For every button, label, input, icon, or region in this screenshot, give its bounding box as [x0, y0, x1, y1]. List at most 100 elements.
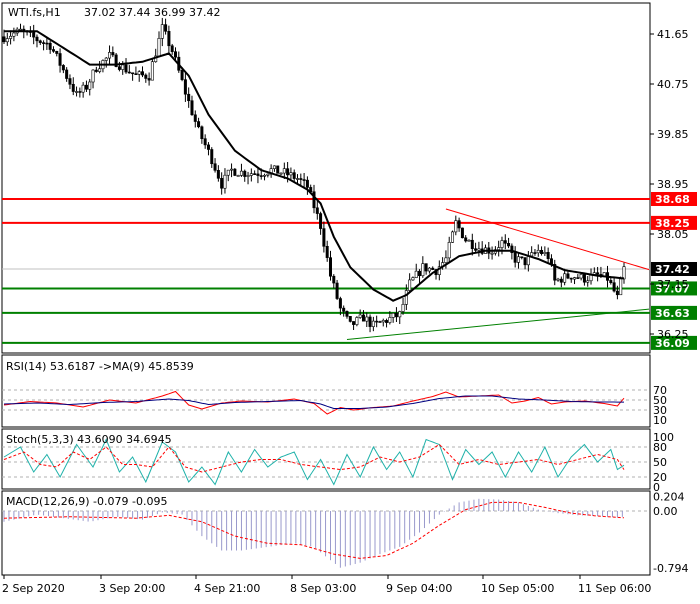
candle-body — [454, 220, 458, 233]
candle-body — [75, 91, 79, 93]
candle-body — [170, 45, 174, 52]
candle-body — [345, 311, 349, 317]
rsi-series-1 — [3, 395, 624, 409]
candle-body — [12, 32, 16, 37]
candle-body — [569, 277, 573, 280]
candle-body — [104, 57, 108, 61]
time-tick-label: 9 Sep 04:00 — [386, 582, 452, 595]
candle-body — [319, 213, 323, 229]
candle-body — [220, 178, 224, 189]
candle-body — [526, 255, 530, 266]
candle-body — [249, 173, 253, 176]
candle-body — [226, 169, 230, 176]
candle-body — [467, 239, 471, 242]
candle-body — [193, 114, 197, 122]
macd-label: MACD(12,26,9) -0.079 -0.095 — [6, 495, 167, 508]
candle-body — [573, 277, 577, 280]
candle-body — [78, 91, 82, 93]
candle-body — [233, 168, 237, 176]
candle-body — [81, 84, 85, 93]
candle-body — [596, 272, 600, 275]
candle-body — [216, 170, 220, 179]
candle-body — [497, 247, 501, 251]
candle-body — [253, 173, 257, 175]
candle-body — [305, 179, 309, 188]
candle-body — [566, 273, 570, 279]
candle-body — [615, 290, 619, 296]
candle-body — [540, 249, 544, 254]
candle-body — [121, 64, 125, 70]
candle-body — [71, 83, 75, 92]
candle-body — [546, 252, 550, 259]
candle-body — [157, 38, 161, 57]
candle-body — [322, 228, 326, 247]
candle-body — [299, 178, 303, 180]
candle-body — [355, 317, 359, 325]
candle-body — [230, 168, 234, 171]
candle-body — [206, 144, 210, 150]
osc-tick-label: 80 — [653, 441, 667, 454]
macd-tick-label: -0.794 — [653, 562, 688, 575]
candle-body — [391, 312, 395, 318]
candle-body — [523, 257, 527, 266]
candle-body — [246, 175, 250, 177]
candle-body — [200, 126, 204, 139]
candle-body — [609, 280, 613, 283]
candle-body — [256, 173, 260, 176]
resistance-level-label: 38.68 — [655, 193, 690, 206]
candle-body — [421, 263, 425, 277]
candle-body — [180, 69, 184, 80]
candle-body — [243, 170, 247, 177]
price-tick-label: 39.85 — [657, 128, 689, 141]
candle-body — [444, 257, 448, 263]
candle-body — [167, 31, 171, 47]
candle-body — [328, 257, 332, 277]
osc-tick-label: 50 — [653, 456, 667, 469]
candle-body — [586, 280, 590, 283]
candle-body — [411, 277, 415, 281]
candle-body — [559, 278, 563, 283]
candle-body — [210, 149, 214, 165]
candle-body — [223, 174, 227, 189]
time-tick-label: 2 Sep 2020 — [2, 582, 65, 595]
candle-body — [401, 304, 405, 312]
candle-body — [213, 163, 217, 171]
candle-body — [447, 242, 451, 259]
chart-ohlc: 37.02 37.44 36.99 37.42 — [84, 6, 220, 19]
candle-body — [477, 248, 481, 251]
candle-body — [576, 277, 580, 279]
candle-body — [65, 69, 69, 79]
candle-body — [348, 316, 352, 322]
candle-body — [51, 49, 55, 52]
support-level-label: 36.63 — [655, 307, 690, 320]
time-tick-label: 4 Sep 21:00 — [194, 582, 260, 595]
candle-body — [332, 275, 336, 284]
candle-body — [137, 71, 141, 75]
candle-body — [394, 312, 398, 318]
candle-body — [94, 69, 98, 72]
price-tick-label: 38.95 — [657, 178, 689, 191]
candle-body — [404, 290, 408, 305]
candle-body — [582, 274, 586, 283]
candle-body — [173, 51, 177, 58]
candle-body — [543, 252, 547, 254]
time-tick-label: 10 Sep 05:00 — [481, 582, 554, 595]
candle-body — [38, 40, 42, 43]
candle-body — [296, 178, 300, 180]
candle-body — [457, 220, 461, 229]
candle-body — [160, 24, 164, 39]
candle-body — [282, 168, 286, 174]
candle-body — [9, 35, 13, 39]
candle-body — [263, 174, 267, 177]
candle-body — [289, 172, 293, 176]
candle-body — [530, 252, 534, 257]
candle-body — [286, 168, 290, 176]
candle-body — [507, 243, 511, 247]
candle-body — [236, 175, 240, 177]
candle-body — [408, 279, 412, 291]
candle-body — [190, 100, 194, 116]
candle-body — [361, 314, 365, 322]
candle-body — [266, 173, 270, 176]
candle-body — [385, 320, 389, 323]
price-tick-label: 38.05 — [657, 228, 689, 241]
